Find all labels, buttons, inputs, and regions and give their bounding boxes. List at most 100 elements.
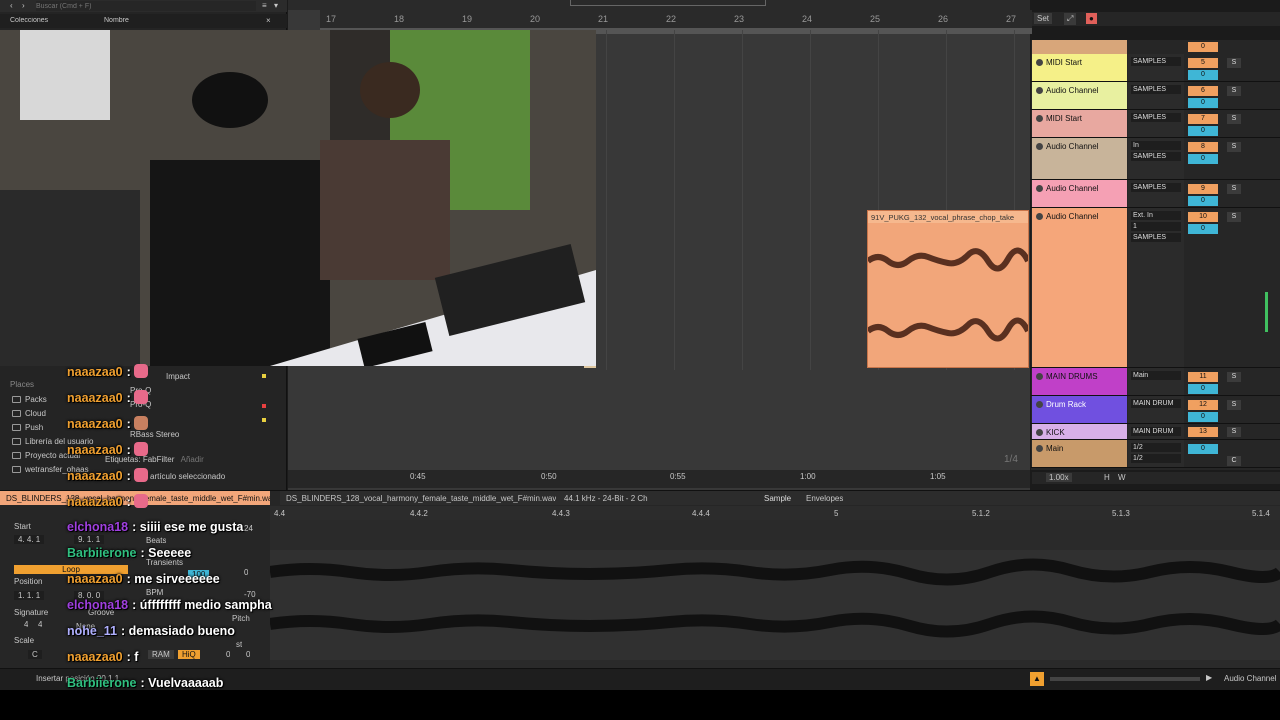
detail-ruler[interactable]: 4.4 4.4.2 4.4.3 4.4.4 5 5.1.2 5.1.3 5.1.… bbox=[270, 506, 1280, 520]
track-name[interactable]: Audio Channel bbox=[1032, 208, 1127, 367]
track-io[interactable]: MAIN DRUM bbox=[1128, 396, 1184, 423]
warp-mode-beats[interactable]: Beats bbox=[146, 536, 166, 545]
track-number[interactable]: 5 bbox=[1188, 58, 1218, 68]
start-value[interactable]: 4. 4. 1 bbox=[14, 535, 45, 544]
track-row[interactable]: MIDI Start SAMPLES 5 0 S bbox=[1031, 54, 1280, 82]
track-name[interactable]: Audio Channel bbox=[1032, 138, 1127, 179]
track-name[interactable]: Main bbox=[1032, 440, 1127, 467]
time-ruler[interactable]: 0:45 0:50 0:55 1:00 1:05 bbox=[288, 470, 1030, 488]
signature-denominator[interactable]: 4 bbox=[38, 620, 42, 629]
overview-viewport[interactable] bbox=[570, 0, 766, 6]
detune-value[interactable]: 0 bbox=[246, 650, 250, 659]
fold-icon[interactable] bbox=[1036, 185, 1043, 192]
solo-button[interactable]: S bbox=[1227, 86, 1241, 96]
position-value[interactable]: 1. 1. 1 bbox=[14, 591, 45, 600]
audio-clip[interactable]: 91V_PUKG_132_vocal_phrase_chop_take bbox=[867, 210, 1029, 368]
solo-button[interactable]: S bbox=[1227, 400, 1241, 410]
back-icon[interactable]: ‹ bbox=[10, 1, 13, 10]
track-name[interactable]: MIDI Start bbox=[1032, 54, 1127, 81]
fold-icon[interactable] bbox=[1036, 401, 1043, 408]
arrangement-overview[interactable] bbox=[288, 0, 1030, 10]
track-number[interactable]: 13 bbox=[1188, 427, 1218, 437]
track-row[interactable]: MIDI Start SAMPLES 7 0 S bbox=[1031, 110, 1280, 138]
track-row[interactable]: Audio Channel Ext. In 1 SAMPLES 10 0 S bbox=[1031, 208, 1280, 368]
track-name[interactable]: Drum Rack bbox=[1032, 396, 1127, 423]
solo-button[interactable]: S bbox=[1227, 184, 1241, 194]
record-icon[interactable]: ● bbox=[1086, 13, 1097, 24]
track-number[interactable]: 6 bbox=[1188, 86, 1218, 96]
track-name[interactable]: KICK bbox=[1032, 424, 1127, 439]
track-volume[interactable]: 0 bbox=[1188, 196, 1218, 206]
solo-button[interactable]: S bbox=[1227, 58, 1241, 68]
zoom-value[interactable]: 1.00x bbox=[1046, 473, 1072, 482]
track-io[interactable]: SAMPLES bbox=[1128, 180, 1184, 207]
forward-icon[interactable]: › bbox=[22, 1, 25, 10]
track-io[interactable]: 1/2 1/2 bbox=[1128, 440, 1184, 467]
track-io[interactable]: SAMPLES bbox=[1128, 110, 1184, 137]
track-row[interactable]: KICK MAIN DRUM 13 S bbox=[1031, 424, 1280, 440]
close-icon[interactable]: × bbox=[266, 16, 271, 25]
track-volume[interactable]: 0 bbox=[1188, 98, 1218, 108]
fold-icon[interactable] bbox=[1036, 87, 1043, 94]
scale-value[interactable]: C bbox=[28, 650, 42, 659]
fold-icon[interactable] bbox=[1036, 59, 1043, 66]
track-io[interactable]: In SAMPLES bbox=[1128, 138, 1184, 179]
track-io[interactable]: Ext. In 1 SAMPLES bbox=[1128, 208, 1184, 367]
track-top-number[interactable]: 0 bbox=[1188, 42, 1218, 52]
track-row[interactable]: MAIN DRUMS Main 11 0 S bbox=[1031, 368, 1280, 396]
track-volume[interactable]: 0 bbox=[1188, 70, 1218, 80]
fold-icon[interactable] bbox=[1036, 373, 1043, 380]
track-io[interactable]: SAMPLES bbox=[1128, 54, 1184, 81]
fold-icon[interactable] bbox=[1036, 143, 1043, 150]
track-io[interactable]: MAIN DRUM bbox=[1128, 424, 1184, 439]
set-button[interactable]: Set bbox=[1034, 13, 1053, 24]
track-volume[interactable]: 0 bbox=[1188, 154, 1218, 164]
signature-numerator[interactable]: 4 bbox=[24, 620, 28, 629]
transpose-value[interactable]: 0 bbox=[226, 650, 230, 659]
track-name[interactable]: Audio Channel bbox=[1032, 180, 1127, 207]
track-io[interactable]: SAMPLES bbox=[1128, 82, 1184, 109]
track-io[interactable]: Main bbox=[1128, 368, 1184, 395]
w-button[interactable]: W bbox=[1118, 473, 1126, 482]
solo-button[interactable]: S bbox=[1227, 114, 1241, 124]
track-number[interactable]: 12 bbox=[1188, 400, 1218, 410]
solo-button[interactable]: S bbox=[1227, 427, 1241, 437]
track-volume[interactable]: 0 bbox=[1188, 444, 1218, 454]
solo-button[interactable]: S bbox=[1227, 142, 1241, 152]
sample-waveform[interactable] bbox=[269, 520, 1280, 670]
cue-button[interactable]: C bbox=[1227, 456, 1241, 466]
expand-icon[interactable]: ⤢ bbox=[1064, 13, 1077, 25]
solo-button[interactable]: S bbox=[1227, 212, 1241, 222]
track-number[interactable]: 9 bbox=[1188, 184, 1218, 194]
fold-icon[interactable] bbox=[1036, 429, 1043, 436]
track-number[interactable]: 11 bbox=[1188, 372, 1218, 382]
tab-sample[interactable]: Sample bbox=[764, 494, 791, 503]
track-name[interactable]: Audio Channel bbox=[1032, 82, 1127, 109]
tab-envelopes[interactable]: Envelopes bbox=[806, 494, 843, 503]
play-icon[interactable]: ▶ bbox=[1206, 673, 1212, 682]
track-row[interactable]: Drum Rack MAIN DRUM 12 0 S bbox=[1031, 396, 1280, 424]
track-number[interactable]: 10 bbox=[1188, 212, 1218, 222]
end-value[interactable]: 9. 1. 1 bbox=[74, 535, 105, 544]
beat-ruler[interactable]: 17 18 19 20 21 22 23 24 25 26 27 bbox=[320, 10, 1032, 30]
track-row[interactable]: Audio Channel In SAMPLES 8 0 S bbox=[1031, 138, 1280, 180]
track-row[interactable]: Audio Channel SAMPLES 9 0 S bbox=[1031, 180, 1280, 208]
fold-icon[interactable] bbox=[1036, 213, 1043, 220]
track-name[interactable]: MAIN DRUMS bbox=[1032, 368, 1127, 395]
fold-icon[interactable] bbox=[1036, 445, 1043, 452]
track-row[interactable]: Audio Channel SAMPLES 6 0 S bbox=[1031, 82, 1280, 110]
track-volume[interactable]: 0 bbox=[1188, 224, 1218, 234]
track-name[interactable]: MIDI Start bbox=[1032, 110, 1127, 137]
track-volume[interactable]: 0 bbox=[1188, 126, 1218, 136]
track-number[interactable]: 8 bbox=[1188, 142, 1218, 152]
track-volume[interactable]: 0 bbox=[1188, 412, 1218, 422]
h-button[interactable]: H bbox=[1104, 473, 1110, 482]
track-number[interactable]: 7 bbox=[1188, 114, 1218, 124]
fold-icon[interactable] bbox=[1036, 115, 1043, 122]
track-row[interactable]: Main 1/2 1/2 0 C bbox=[1031, 440, 1280, 468]
solo-button[interactable]: S bbox=[1227, 372, 1241, 382]
hiq-button[interactable]: HiQ bbox=[178, 650, 200, 659]
chevron-down-icon[interactable]: ▾ bbox=[274, 1, 278, 10]
name-column[interactable]: Nombre bbox=[104, 17, 129, 24]
warning-icon[interactable]: ▲ bbox=[1030, 672, 1044, 686]
